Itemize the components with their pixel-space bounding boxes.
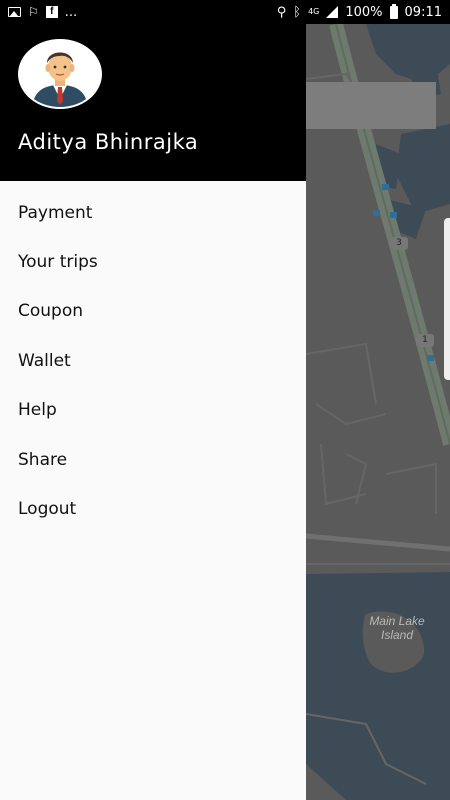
facebook-icon: f	[45, 6, 58, 18]
clock: 09:11	[404, 4, 442, 20]
map-place-label: Main Lake Island	[352, 614, 442, 642]
network-type: 4G	[308, 7, 320, 16]
map-view[interactable]: 3 1	[306, 24, 450, 800]
notification-icon: ⚐	[28, 5, 39, 19]
location-icon: ⚲	[276, 4, 287, 20]
map-place-label-line2: Island	[380, 628, 414, 642]
status-bar-left: ⚐ f ...	[8, 5, 77, 20]
map-search-bar[interactable]	[306, 82, 436, 129]
user-name: Aditya Bhinrajka	[18, 130, 199, 154]
avatar[interactable]	[18, 39, 102, 109]
menu-item-payment[interactable]: Payment	[0, 188, 306, 237]
route-badge-1: 1	[422, 335, 428, 345]
more-notifications-text: ...	[64, 4, 78, 20]
signal-icon	[326, 6, 339, 18]
menu-item-coupon[interactable]: Coupon	[0, 287, 306, 336]
map-side-card[interactable]	[444, 218, 450, 380]
drawer-header: Aditya Bhinrajka	[0, 24, 306, 181]
status-bar-right: ⚲ ᛒ 4G 100% 09:11	[276, 3, 442, 20]
navigation-drawer: Aditya Bhinrajka Payment Your trips Coup…	[0, 24, 306, 800]
bluetooth-icon: ᛒ	[293, 4, 302, 20]
menu-item-logout[interactable]: Logout	[0, 484, 306, 533]
menu-item-wallet[interactable]: Wallet	[0, 336, 306, 385]
image-icon	[8, 7, 21, 17]
battery-icon	[389, 3, 398, 19]
menu-item-help[interactable]: Help	[0, 386, 306, 435]
map-place-label-line1: Main Lake	[369, 614, 425, 628]
battery-percent: 100%	[345, 4, 383, 20]
map-graphic	[306, 24, 450, 800]
menu-item-your-trips[interactable]: Your trips	[0, 237, 306, 286]
user-avatar-icon	[32, 52, 88, 107]
route-badge-3: 3	[396, 238, 402, 248]
status-bar: ⚐ f ... ⚲ ᛒ 4G 100% 09:11	[0, 0, 450, 24]
drawer-menu: Payment Your trips Coupon Wallet Help Sh…	[0, 181, 306, 534]
menu-item-share[interactable]: Share	[0, 435, 306, 484]
